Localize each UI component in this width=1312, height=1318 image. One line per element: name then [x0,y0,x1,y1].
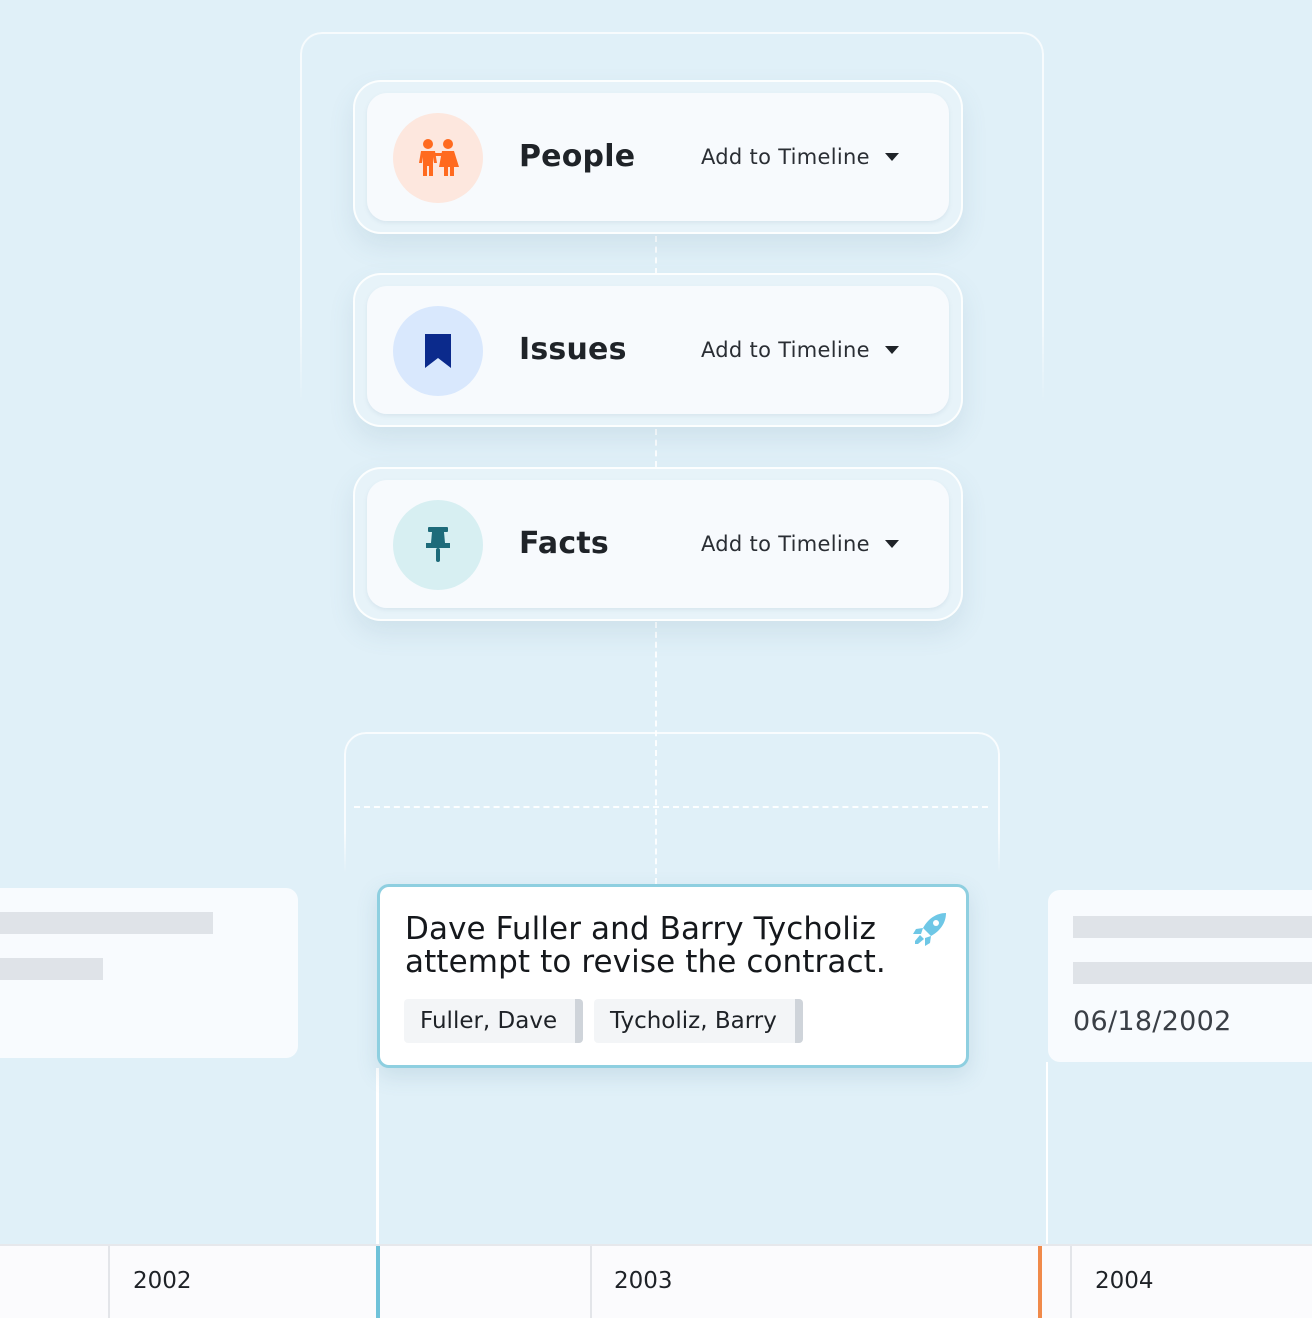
category-name: People [519,139,636,174]
event-marker-tick [1038,1246,1042,1318]
add-to-timeline-dropdown[interactable]: Add to Timeline [701,145,870,169]
category-card-people[interactable]: People Add to Timeline [353,80,963,234]
bookmark-icon-badge [393,306,483,396]
placeholder-line [1073,916,1312,938]
bookmark-icon [425,334,451,368]
rocket-icon[interactable] [910,909,950,949]
event-group-frame [344,732,1000,874]
event-date: 06/18/2002 [1073,1006,1232,1037]
event-marker-tick [376,1246,380,1318]
people-icon-badge [393,113,483,203]
timeline-event-card-left[interactable] [0,888,298,1058]
add-to-timeline-dropdown[interactable]: Add to Timeline [701,338,870,362]
person-tag[interactable]: Fuller, Dave [404,999,584,1043]
category-card-inner: Facts Add to Timeline [367,480,949,608]
timeline-event-card[interactable]: Dave Fuller and Barry Tycholiz attempt t… [377,884,969,1068]
category-card-facts[interactable]: Facts Add to Timeline [353,467,963,621]
year-label[interactable]: 2003 [614,1268,673,1294]
connector-line [655,429,657,467]
axis-divider [590,1246,592,1318]
placeholder-line [1073,962,1312,984]
category-name: Issues [519,332,627,367]
axis-divider [1070,1246,1072,1318]
caret-down-icon[interactable] [885,346,899,354]
axis-divider [108,1246,110,1318]
timeline-axis: 2002 2003 2004 [0,1244,1312,1318]
category-card-inner: People Add to Timeline [367,93,949,221]
year-label[interactable]: 2004 [1095,1268,1154,1294]
category-name: Facts [519,526,609,561]
event-title: Dave Fuller and Barry Tycholiz attempt t… [405,911,886,980]
add-to-timeline-dropdown[interactable]: Add to Timeline [701,532,870,556]
caret-down-icon[interactable] [885,540,899,548]
connector-line [655,236,657,274]
person-tag[interactable]: Tycholiz, Barry [594,999,803,1043]
placeholder-line [0,912,213,934]
caret-down-icon[interactable] [885,153,899,161]
connector-line-horizontal [354,806,988,808]
people-icon [419,139,459,176]
category-card-inner: Issues Add to Timeline [367,286,949,414]
timeline-event-card-right[interactable]: 06/18/2002 [1048,890,1312,1062]
pushpin-icon-badge [393,500,483,590]
category-card-issues[interactable]: Issues Add to Timeline [353,273,963,427]
year-label[interactable]: 2002 [133,1268,192,1294]
placeholder-line [0,958,103,980]
pushpin-icon [426,527,450,562]
